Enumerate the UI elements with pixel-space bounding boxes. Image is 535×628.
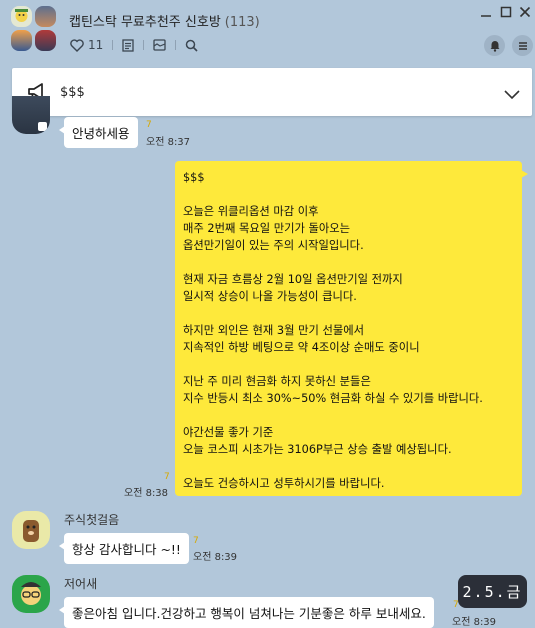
sender-avatar[interactable] [12,96,50,134]
message-line: 매주 2번째 목요일 만기가 돌아오는 [183,222,351,235]
notice-text: $$$ [60,85,85,100]
notice-banner[interactable]: $$$ [12,68,532,116]
message-line [183,186,514,203]
message-time: 오전 8:38 [124,488,169,499]
heart-icon[interactable] [70,37,84,53]
bell-icon[interactable] [484,35,505,56]
message-bubble[interactable]: 좋은아침 입니다.건강하고 행복이 넘쳐나는 기분좋은 하루 보내세요. [59,597,434,628]
message-line: 야간선물 좋가 기준 [183,426,274,439]
message-text: 안녕하세용 [72,126,130,141]
message-line [183,305,514,322]
divider [143,40,145,50]
member-avatar [11,30,32,51]
message-line [183,458,514,475]
search-icon[interactable] [185,37,198,53]
chat-title: 캡틴스탁 무료추천주 신호방 (113) [69,11,260,30]
message-line: 지속적인 하방 베팅으로 약 4조이상 순매도 중이니 [183,341,420,354]
message-line: 일시적 상승이 나올 가능성이 큽니다. [183,290,357,303]
chat-title-text: 캡틴스탁 무료추천주 신호방 [69,15,221,30]
menu-icon[interactable] [512,35,533,56]
sender-avatar[interactable] [12,511,50,549]
message-text: 항상 감사합니다 ~!! [72,542,181,557]
my-message-bubble[interactable]: $$$ 오늘은 위클리옵션 마감 이후매주 2번째 목요일 만기가 돌아오는옵션만… [175,161,528,496]
notes-icon[interactable] [122,37,134,53]
message-time: 오전 8:39 [193,552,238,563]
member-count: (113) [224,15,260,30]
unread-count: 7 [164,472,170,482]
message-line: 오늘은 위클리옵션 마감 이후 [183,205,319,218]
message-line: 옵션만기일이 있는 주의 시작일입니다. [183,239,364,252]
message-line [183,254,514,271]
message-line: 하지만 외인은 현재 3월 만기 선물에서 [183,324,365,337]
album-icon[interactable] [153,37,166,53]
message-line: 오늘도 건승하시고 성투하시기를 바랍니다. [183,477,385,490]
member-avatar [35,30,56,51]
member-avatar [35,6,56,27]
sender-name: 주식첫걸음 [64,513,120,527]
message-time: 오전 8:37 [146,137,191,148]
message-line: 지난 주 미리 현금화 하지 못하신 분들은 [183,375,371,388]
message-bubble[interactable]: 안녕하세용 [59,117,138,148]
message-time: 오전 8:39 [452,617,497,628]
sender-name: 저어새 [64,577,98,591]
header-toolbar: 11 [70,36,198,54]
close-icon[interactable] [519,6,531,20]
divider [112,40,114,50]
message-line: 현재 자금 흐름상 2월 10일 옵션만기일 전까지 [183,273,403,286]
maximize-icon[interactable] [500,6,512,20]
message-line [183,356,514,373]
like-count: 11 [88,38,104,52]
unread-count: 7 [146,120,152,130]
date-badge: 2.5.금 [458,575,527,608]
message-bubble[interactable]: 항상 감사합니다 ~!! [59,533,189,564]
message-line: 오늘 코스피 시초가는 3106P부근 상승 출발 예상됩니다. [183,443,452,456]
chevron-down-icon[interactable] [504,85,520,104]
message-line: $$$ [183,171,205,184]
minimize-icon[interactable] [480,6,492,20]
divider [175,40,177,50]
message-line: 지수 반등시 최소 30%~50% 현금화 하실 수 있기를 바랍니다. [183,392,483,405]
member-avatar [11,6,32,27]
message-text: 좋은아침 입니다.건강하고 행복이 넘쳐나는 기분좋은 하루 보내세요. [72,606,426,621]
unread-count: 7 [193,536,199,546]
message-line [183,407,514,424]
sender-avatar[interactable] [12,575,50,613]
chatroom-avatar-group[interactable] [11,6,59,54]
chat-header: 캡틴스탁 무료추천주 신호방 (113) 11 [0,0,535,62]
